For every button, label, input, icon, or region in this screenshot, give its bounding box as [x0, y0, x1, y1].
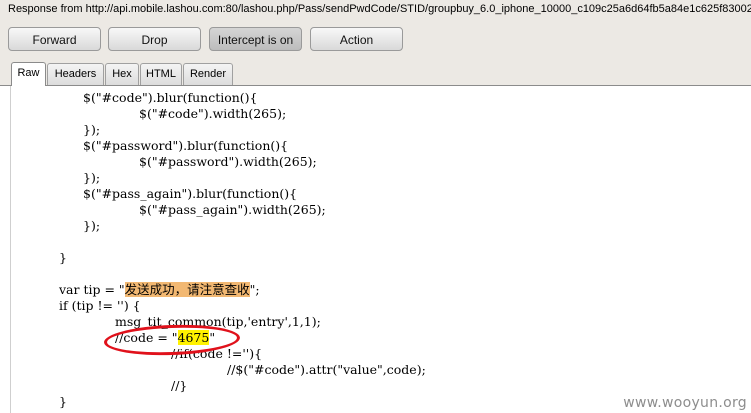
response-title: Response from http://api.mobile.lashou.c… [8, 3, 751, 15]
code-line: //$("#code").attr("value",code); [227, 362, 426, 377]
code-line: $("#password").width(265); [139, 154, 317, 169]
code-line: }); [83, 218, 101, 233]
code-line: }); [83, 122, 101, 137]
code-text: var tip = " [59, 282, 125, 297]
code-text: " [209, 330, 216, 345]
tab-html[interactable]: HTML [140, 63, 182, 85]
tab-raw[interactable]: Raw [11, 62, 46, 86]
code-line: }); [83, 170, 101, 185]
intercept-toggle-button[interactable]: Intercept is on [209, 27, 302, 51]
code-line: $("#code").width(265); [139, 106, 287, 121]
code-line: $("#pass_again").blur(function(){ [83, 186, 298, 201]
message-view-tabs: Raw Headers Hex HTML Render [0, 61, 751, 86]
code-line-tip: var tip = "发送成功，请注意查收"; [59, 282, 260, 298]
forward-button[interactable]: Forward [8, 27, 101, 51]
action-button[interactable]: Action [310, 27, 403, 51]
code-line-leaked-code: //code = "4675" [115, 330, 215, 346]
raw-response-editor[interactable]: $("#code").blur(function(){ $("#code").w… [10, 86, 751, 413]
code-line: $("#pass_again").width(265); [139, 202, 326, 217]
code-line: //} [171, 378, 188, 393]
code-line: } [59, 394, 67, 409]
success-message-highlight: 发送成功，请注意查收 [124, 282, 250, 297]
code-line: $("#code").blur(function(){ [83, 90, 258, 105]
verification-code-highlight: 4675 [177, 330, 210, 345]
code-line: $("#password").blur(function(){ [83, 138, 289, 153]
tab-render[interactable]: Render [183, 63, 233, 85]
code-line: } [59, 250, 67, 265]
proxy-toolbar: Response from http://api.mobile.lashou.c… [0, 0, 751, 61]
tab-hex[interactable]: Hex [105, 63, 139, 85]
code-text: //code = " [115, 330, 178, 345]
site-watermark: www.wooyun.org [623, 395, 747, 411]
code-line: //if(code !=''){ [171, 346, 263, 361]
drop-button[interactable]: Drop [108, 27, 201, 51]
code-text: "; [249, 282, 260, 297]
code-line: if (tip != '') { [59, 298, 141, 313]
code-line: msg_tit_common(tip,'entry',1,1); [115, 314, 321, 329]
tab-headers[interactable]: Headers [47, 63, 104, 85]
